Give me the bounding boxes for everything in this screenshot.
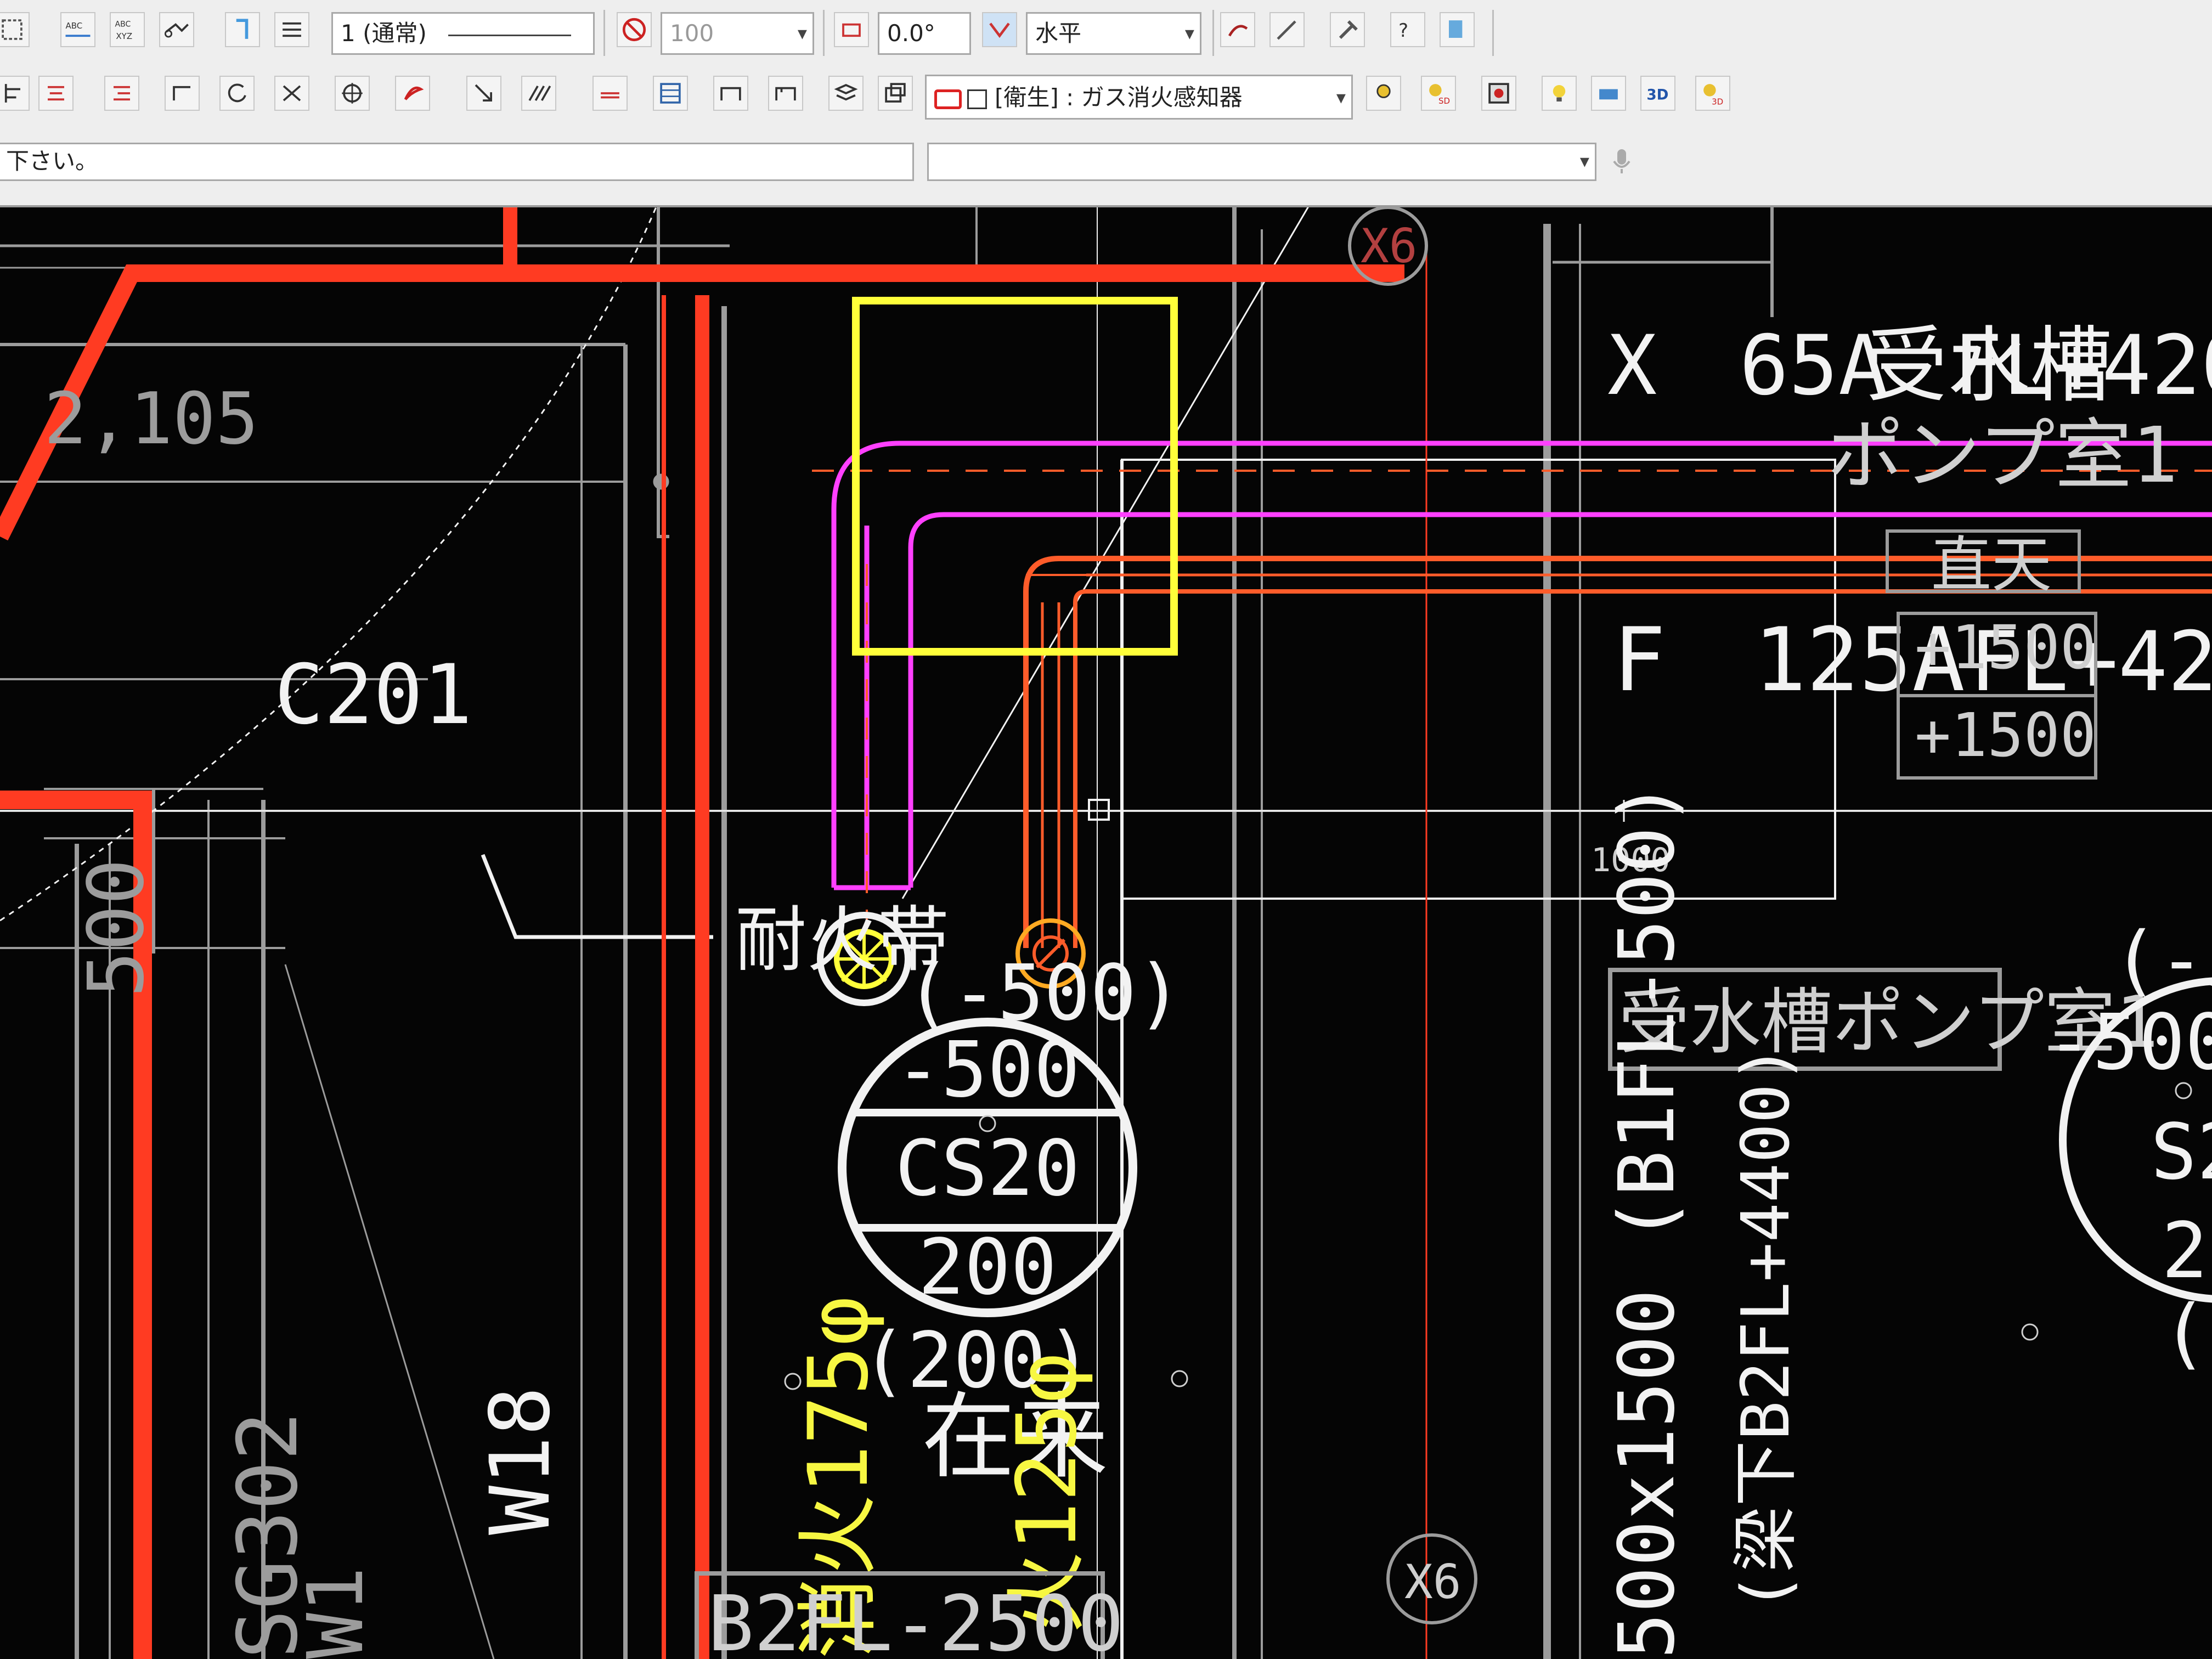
spiral-icon[interactable] [395,76,430,111]
horizontal-icon[interactable] [982,12,1017,47]
align-right-icon[interactable] [104,76,139,111]
dimension-500: 500 [72,859,161,997]
svg-text:ABC: ABC [115,20,131,29]
toolbar-row-3: 下さい。 ▾ [0,138,2212,188]
text-style-icon[interactable]: ABC [60,12,95,47]
separator [1492,10,1494,56]
layers-icon[interactable] [828,76,864,111]
circle-level-1: -500 [895,1025,1080,1115]
layer-combo-value: 1 (通常) [341,20,427,47]
scale-value: 100 [670,20,714,47]
svg-text:?: ? [1398,20,1408,41]
category-combo[interactable]: [衛生] : ガス消火感知器 ▾ [925,75,1353,120]
svg-text:3D: 3D [1712,97,1723,107]
sd-icon[interactable]: SD [1421,76,1456,111]
link-icon[interactable] [159,12,194,47]
pipe-icon [934,89,962,109]
label-w1: W1 [291,1566,381,1659]
circle-level-3: 200 [918,1223,1057,1312]
prompt-text: 下さい。 [6,148,99,174]
svg-text:ABC: ABC [66,21,83,31]
scale-field[interactable]: 100 ▾ [661,12,814,55]
pointer-icon[interactable] [225,12,260,47]
mirror-icon[interactable] [274,76,309,111]
rotate-icon[interactable] [219,76,255,111]
grid-marker-top-label: X6 [1361,219,1418,274]
crosshair-icon[interactable] [335,76,370,111]
brush-icon[interactable] [1220,12,1255,47]
no-symbol-icon[interactable] [617,12,652,47]
copy-icon[interactable] [878,76,913,111]
pipe-label-x-level: FL+4200 [1953,318,2212,414]
right-20: 20 [2162,1206,2212,1296]
level-b: +1500 [1915,700,2096,770]
table-icon[interactable] [653,76,688,111]
layer-list-icon[interactable] [274,12,309,47]
pipe-layer-icon[interactable] [1591,76,1626,111]
toolbar-row-1: ABC ABC XYZ 1 (通常) 100 ▾ 0.0° 水平 ▾ ? [0,10,2212,56]
direct-label: 直天 [1931,530,2052,600]
bend-icon[interactable] [165,76,200,111]
column-label-c201: C201 [274,647,472,743]
floor-level-label: B2FL-2500 [708,1579,1124,1659]
line-style-preview [448,35,571,36]
3d-view-icon[interactable]: 3D [1695,76,1730,111]
pen-icon[interactable] [1269,12,1305,47]
command-input[interactable]: ▾ [927,143,1596,181]
cad-canvas[interactable]: X6 X6 X 65A 受水槽 FL+4200 ポンプ室1 直天 F 125A … [0,207,2212,1659]
align-left-icon[interactable] [0,76,30,111]
separator [1212,10,1214,56]
angle-field[interactable]: 0.0° [878,12,971,55]
arrow-icon[interactable] [466,76,501,111]
direction-combo[interactable]: 水平 ▾ [1026,12,1201,55]
layer-icon[interactable] [1440,12,1475,47]
prompt-bar: 下さい。 [0,143,914,181]
microphone-icon[interactable] [1604,144,1639,179]
dimension-105: 2,105 [44,377,258,460]
wall-label-w18: W18 [473,1386,568,1535]
beam-note-label: (梁下B2FL+4400) [1728,1044,1804,1612]
category-value: [衛生] : ガス消火感知器 [995,84,1243,111]
separator [823,10,825,56]
angle-icon[interactable] [834,12,869,47]
hammer-icon[interactable] [1330,12,1365,47]
angle-value: 0.0° [887,20,935,47]
frame-icon[interactable] [713,76,748,111]
toolbar-area: ABC ABC XYZ 1 (通常) 100 ▾ 0.0° 水平 ▾ ? [衛生… [0,0,2212,207]
3d-icon[interactable]: 3D [1640,76,1675,111]
right-s2: S2 [2151,1108,2212,1197]
room-label-top-2: ポンプ室1 [1827,411,2178,500]
separator [603,10,605,56]
edit-icon[interactable] [0,12,30,47]
layer-combo[interactable]: 1 (通常) [331,12,595,55]
pipe-label-x: X 65A [1607,318,1888,414]
dimension-icon[interactable] [592,76,628,111]
panel-icon[interactable] [1481,76,1516,111]
checkbox-icon [967,89,987,109]
settings-icon[interactable] [1366,76,1401,111]
svg-text:SD: SD [1438,96,1450,106]
right-2: (2 [2162,1289,2212,1378]
abc-text-icon[interactable]: ABC XYZ [110,12,145,47]
frame-alt-icon[interactable] [768,76,803,111]
help-icon[interactable]: ? [1390,12,1425,47]
svg-text:XYZ: XYZ [116,31,132,41]
direction-value: 水平 [1035,20,1082,47]
circle-level-2: CS20 [895,1124,1080,1214]
hatch-icon[interactable] [521,76,556,111]
opening-size-label: 500x1500 (B1FL-500) [1602,781,1692,1659]
svg-text:3D: 3D [1646,87,1668,103]
grid-marker-bottom-label: X6 [1404,1555,1462,1610]
toolbar-row-2: [衛生] : ガス消火感知器 ▾ SD 3D 3D [0,72,2212,133]
bulb-icon[interactable] [1542,76,1577,111]
level-a: +1500 [1915,612,2096,682]
align-center-icon[interactable] [38,76,74,111]
